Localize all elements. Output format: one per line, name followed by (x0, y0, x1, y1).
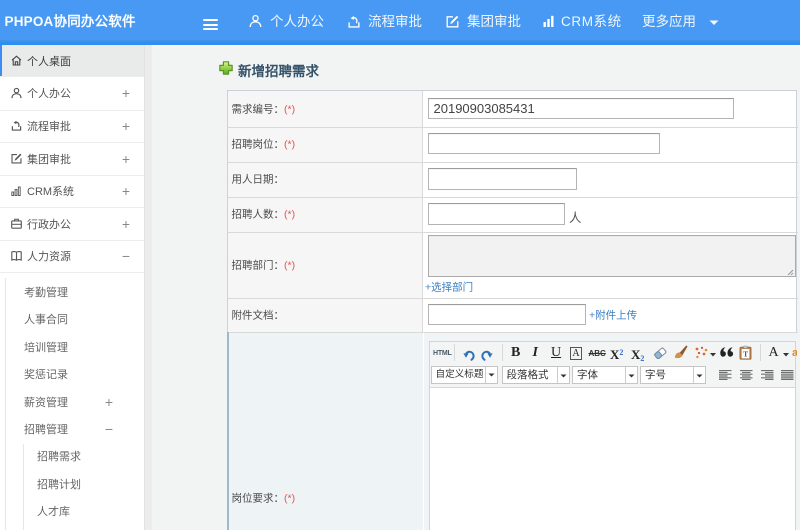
svg-text:T: T (743, 349, 748, 358)
